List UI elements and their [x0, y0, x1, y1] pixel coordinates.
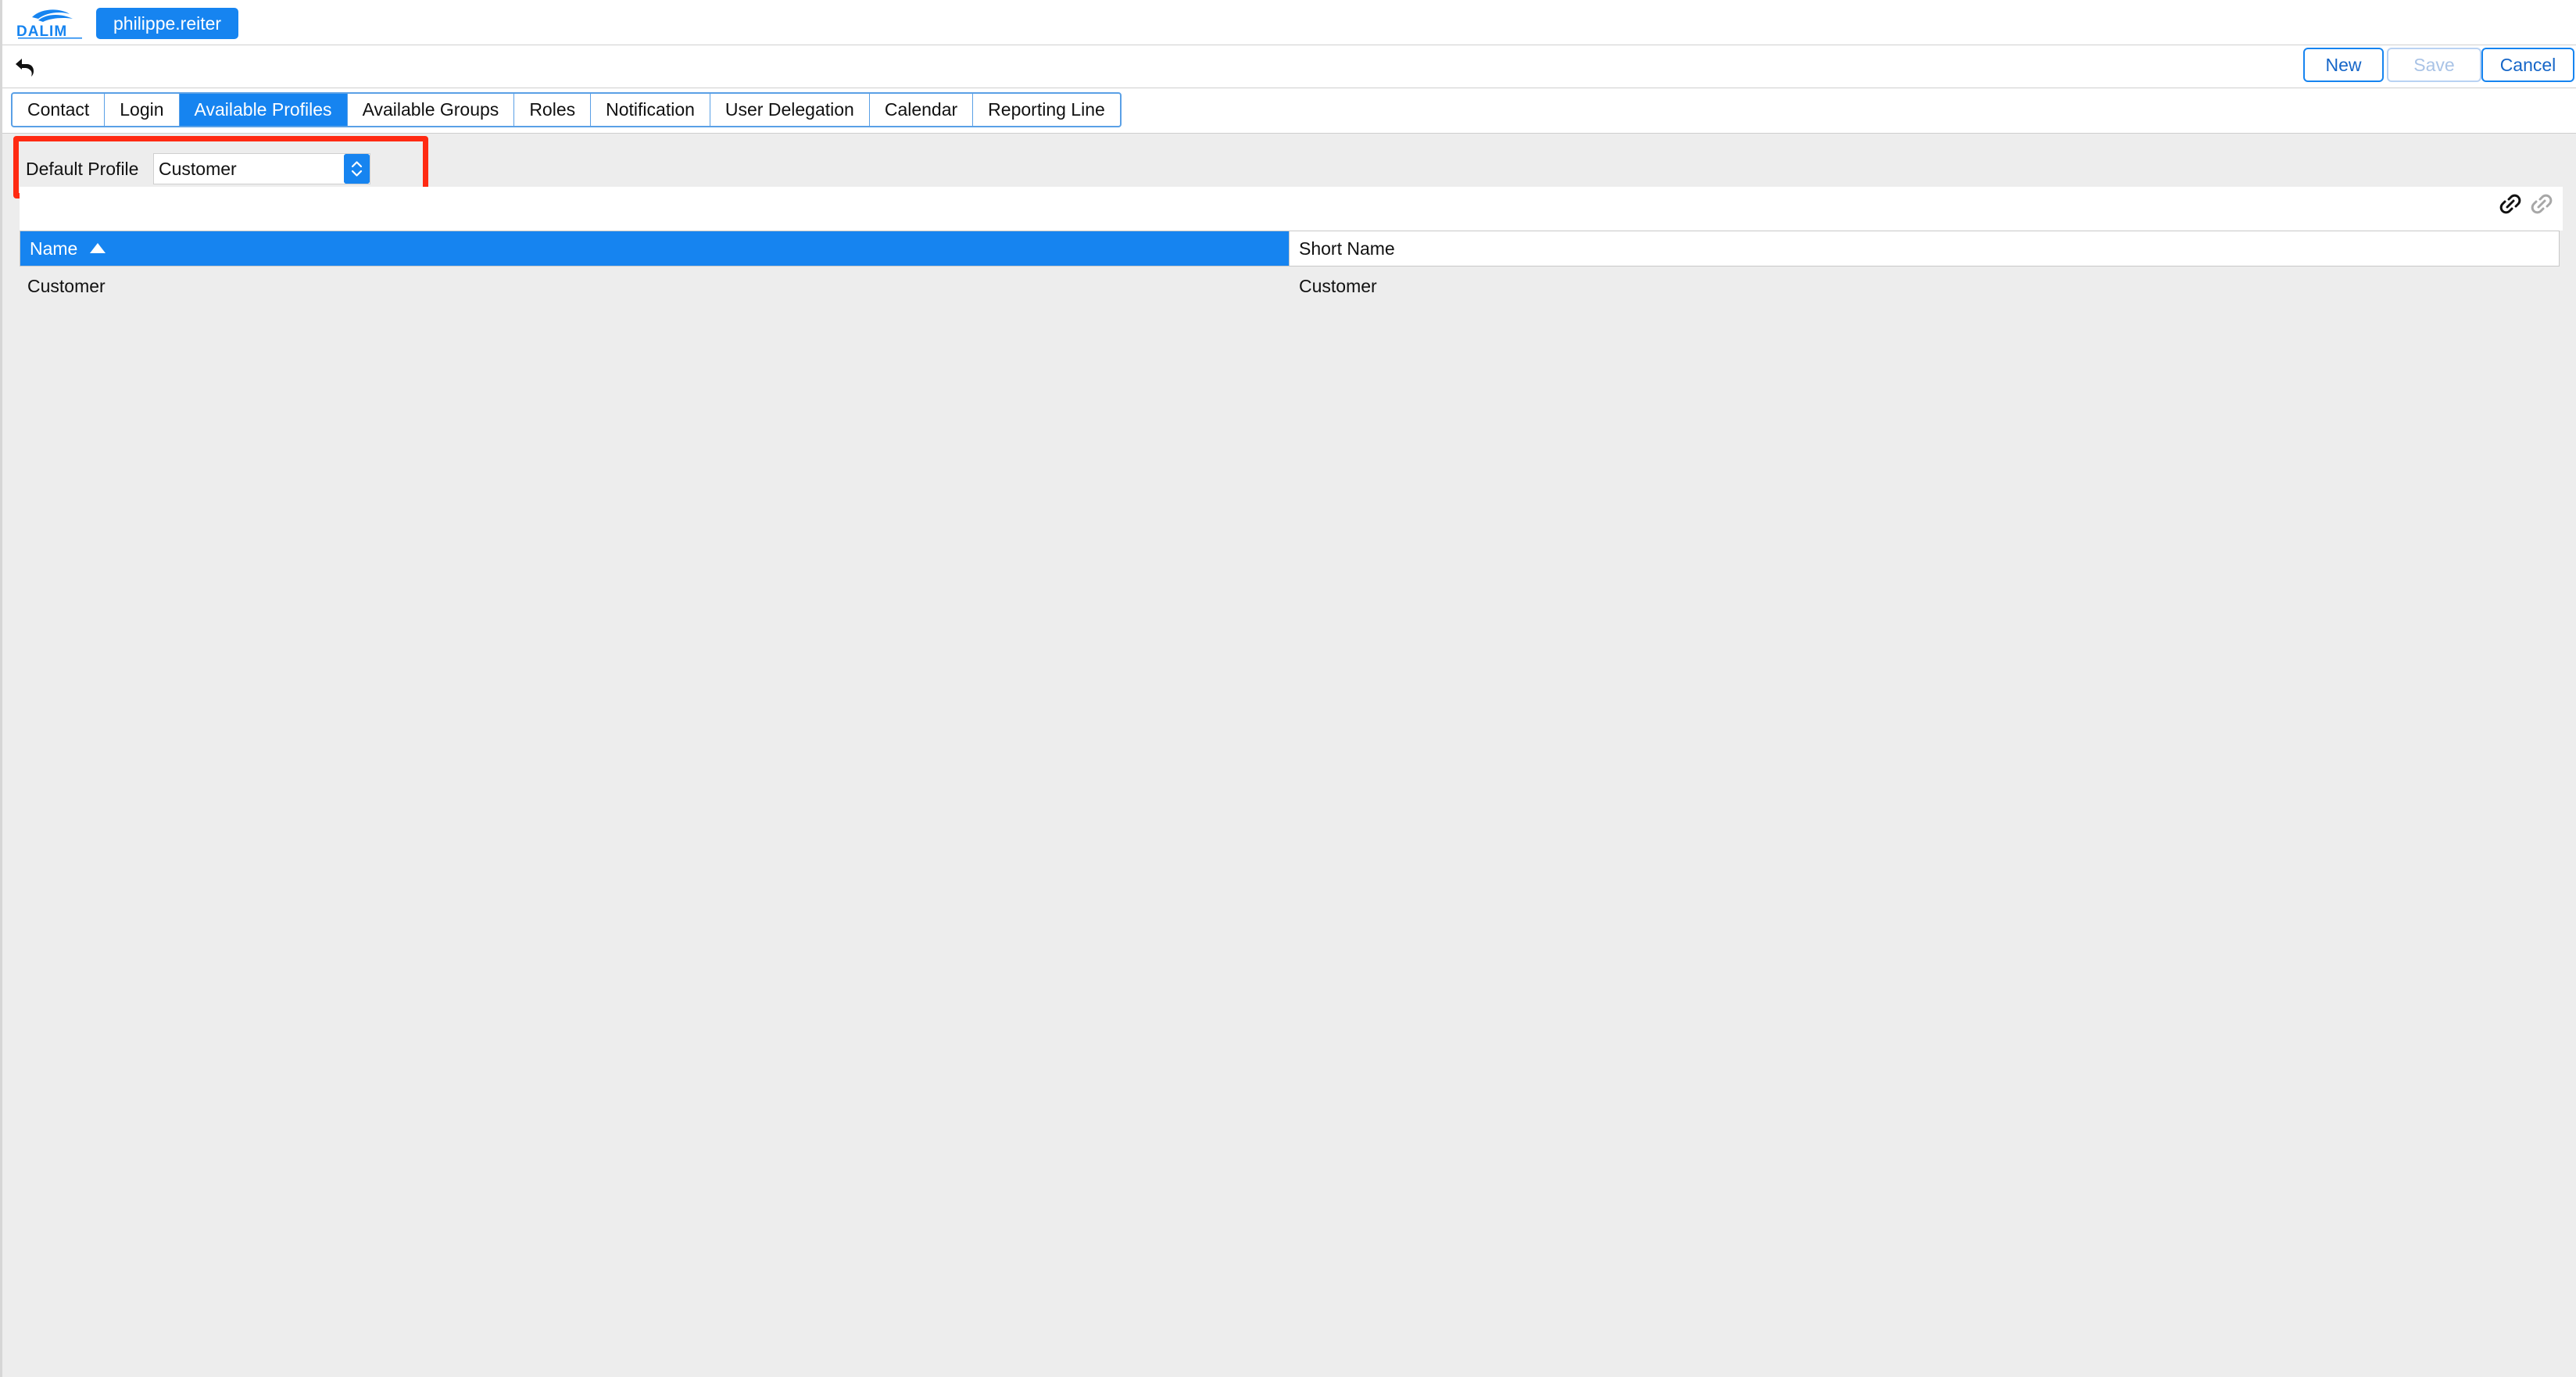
- save-button[interactable]: Save: [2387, 48, 2481, 82]
- column-header-name-label: Name: [30, 238, 78, 259]
- cell-name: Customer: [27, 276, 106, 296]
- tab-bar: Contact Login Available Profiles Availab…: [11, 92, 1122, 127]
- action-toolbar: [2, 45, 2576, 88]
- default-profile-select[interactable]: Customer: [153, 153, 370, 184]
- sort-ascending-icon: [90, 243, 106, 253]
- table-row[interactable]: Customer Customer: [20, 269, 2560, 303]
- svg-text:DALIM: DALIM: [16, 23, 67, 40]
- app-header: DALIM philippe.reiter: [2, 0, 2576, 45]
- tab-calendar[interactable]: Calendar: [870, 94, 974, 126]
- cancel-button[interactable]: Cancel: [2481, 48, 2574, 82]
- grid-toolbar: [20, 187, 2563, 231]
- user-badge[interactable]: philippe.reiter: [96, 8, 239, 39]
- back-arrow-icon[interactable]: [13, 55, 37, 78]
- tab-available-groups[interactable]: Available Groups: [348, 94, 515, 126]
- dalim-logo-icon: DALIM: [16, 9, 82, 40]
- tab-reporting-line[interactable]: Reporting Line: [973, 94, 1120, 126]
- column-header-name[interactable]: Name: [20, 231, 1290, 266]
- chevron-up-down-icon[interactable]: [344, 154, 370, 184]
- tab-user-delegation[interactable]: User Delegation: [710, 94, 870, 126]
- app-window: DALIM philippe.reiter New Save Cancel Co…: [0, 0, 2576, 1377]
- tab-notification[interactable]: Notification: [591, 94, 710, 126]
- tab-roles[interactable]: Roles: [514, 94, 592, 126]
- cell-short-name: Customer: [1299, 276, 1377, 296]
- new-button[interactable]: New: [2303, 48, 2384, 82]
- tab-login[interactable]: Login: [105, 94, 180, 126]
- link-icon[interactable]: [2499, 192, 2522, 216]
- default-profile-label: Default Profile: [26, 159, 139, 179]
- tab-available-profiles[interactable]: Available Profiles: [179, 94, 348, 126]
- column-header-short-name[interactable]: Short Name: [1290, 231, 2559, 266]
- unlink-icon[interactable]: [2530, 192, 2553, 216]
- tab-contact[interactable]: Contact: [13, 94, 106, 126]
- grid-header: Name Short Name: [20, 231, 2560, 266]
- default-profile-value: Customer: [159, 159, 237, 179]
